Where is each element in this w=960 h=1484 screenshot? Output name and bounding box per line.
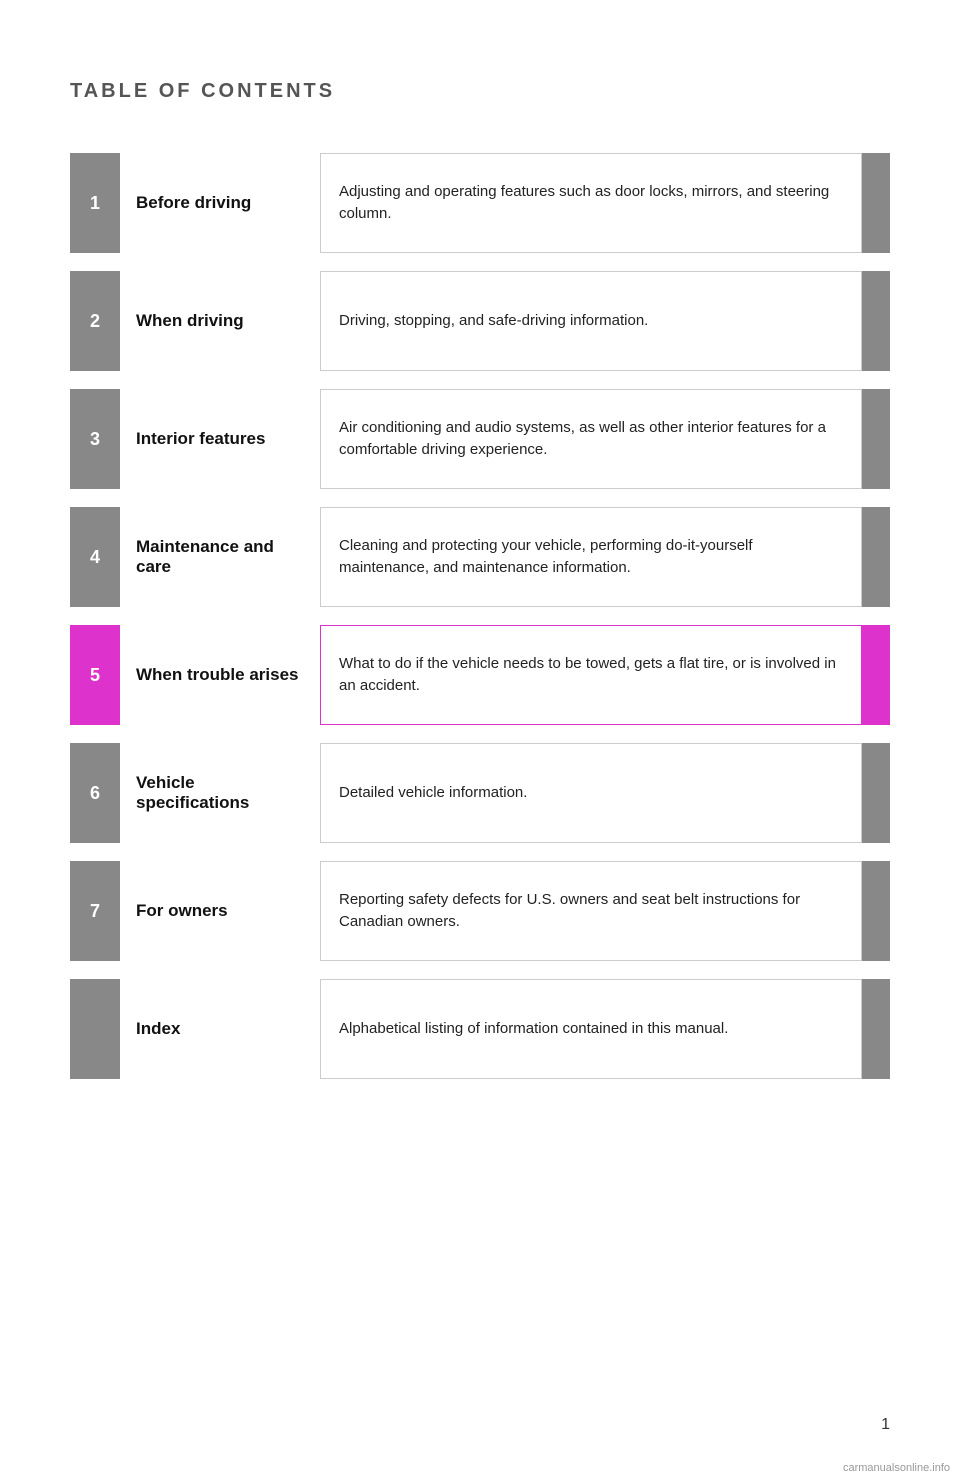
entry-right-tab-maintenance-and-care (862, 507, 890, 607)
entry-label-interior-features: Interior features (120, 389, 320, 489)
entry-label-when-driving: When driving (120, 271, 320, 371)
entry-right-tab-for-owners (862, 861, 890, 961)
entry-number-interior-features: 3 (70, 389, 120, 489)
entry-number-when-driving: 2 (70, 271, 120, 371)
entry-label-index: Index (120, 979, 320, 1079)
toc-entry-when-trouble-arises[interactable]: 5When trouble arisesWhat to do if the ve… (70, 625, 890, 725)
toc-entry-when-driving[interactable]: 2When drivingDriving, stopping, and safe… (70, 271, 890, 371)
entry-label-before-driving: Before driving (120, 153, 320, 253)
entry-label-when-trouble-arises: When trouble arises (120, 625, 320, 725)
entry-right-tab-interior-features (862, 389, 890, 489)
toc-entry-before-driving[interactable]: 1Before drivingAdjusting and operating f… (70, 153, 890, 253)
toc-entry-index[interactable]: IndexAlphabetical listing of information… (70, 979, 890, 1079)
page-title: TABLE OF CONTENTS (70, 80, 890, 103)
entry-description-before-driving: Adjusting and operating features such as… (320, 153, 862, 253)
entry-right-tab-when-trouble-arises (862, 625, 890, 725)
entry-number-index (70, 979, 120, 1079)
entry-description-for-owners: Reporting safety defects for U.S. owners… (320, 861, 862, 961)
entry-description-when-driving: Driving, stopping, and safe-driving info… (320, 271, 862, 371)
entry-description-index: Alphabetical listing of information cont… (320, 979, 862, 1079)
entry-label-maintenance-and-care: Maintenance and care (120, 507, 320, 607)
toc-entry-interior-features[interactable]: 3Interior featuresAir conditioning and a… (70, 389, 890, 489)
entry-description-maintenance-and-care: Cleaning and protecting your vehicle, pe… (320, 507, 862, 607)
page: TABLE OF CONTENTS 1Before drivingAdjusti… (0, 0, 960, 1484)
toc-entry-for-owners[interactable]: 7For ownersReporting safety defects for … (70, 861, 890, 961)
entry-right-tab-vehicle-specifications (862, 743, 890, 843)
entry-right-tab-before-driving (862, 153, 890, 253)
entry-description-vehicle-specifications: Detailed vehicle information. (320, 743, 862, 843)
entry-number-vehicle-specifications: 6 (70, 743, 120, 843)
toc-entries: 1Before drivingAdjusting and operating f… (70, 153, 890, 1079)
entry-right-tab-when-driving (862, 271, 890, 371)
entry-number-before-driving: 1 (70, 153, 120, 253)
entry-description-interior-features: Air conditioning and audio systems, as w… (320, 389, 862, 489)
entry-number-when-trouble-arises: 5 (70, 625, 120, 725)
entry-number-for-owners: 7 (70, 861, 120, 961)
toc-entry-vehicle-specifications[interactable]: 6Vehicle specificationsDetailed vehicle … (70, 743, 890, 843)
entry-label-for-owners: For owners (120, 861, 320, 961)
entry-right-tab-index (862, 979, 890, 1079)
entry-label-vehicle-specifications: Vehicle specifications (120, 743, 320, 843)
entry-description-when-trouble-arises: What to do if the vehicle needs to be to… (320, 625, 862, 725)
watermark: carmanualsonline.info (843, 1462, 950, 1474)
entry-number-maintenance-and-care: 4 (70, 507, 120, 607)
toc-entry-maintenance-and-care[interactable]: 4Maintenance and careCleaning and protec… (70, 507, 890, 607)
page-number: 1 (881, 1416, 890, 1434)
